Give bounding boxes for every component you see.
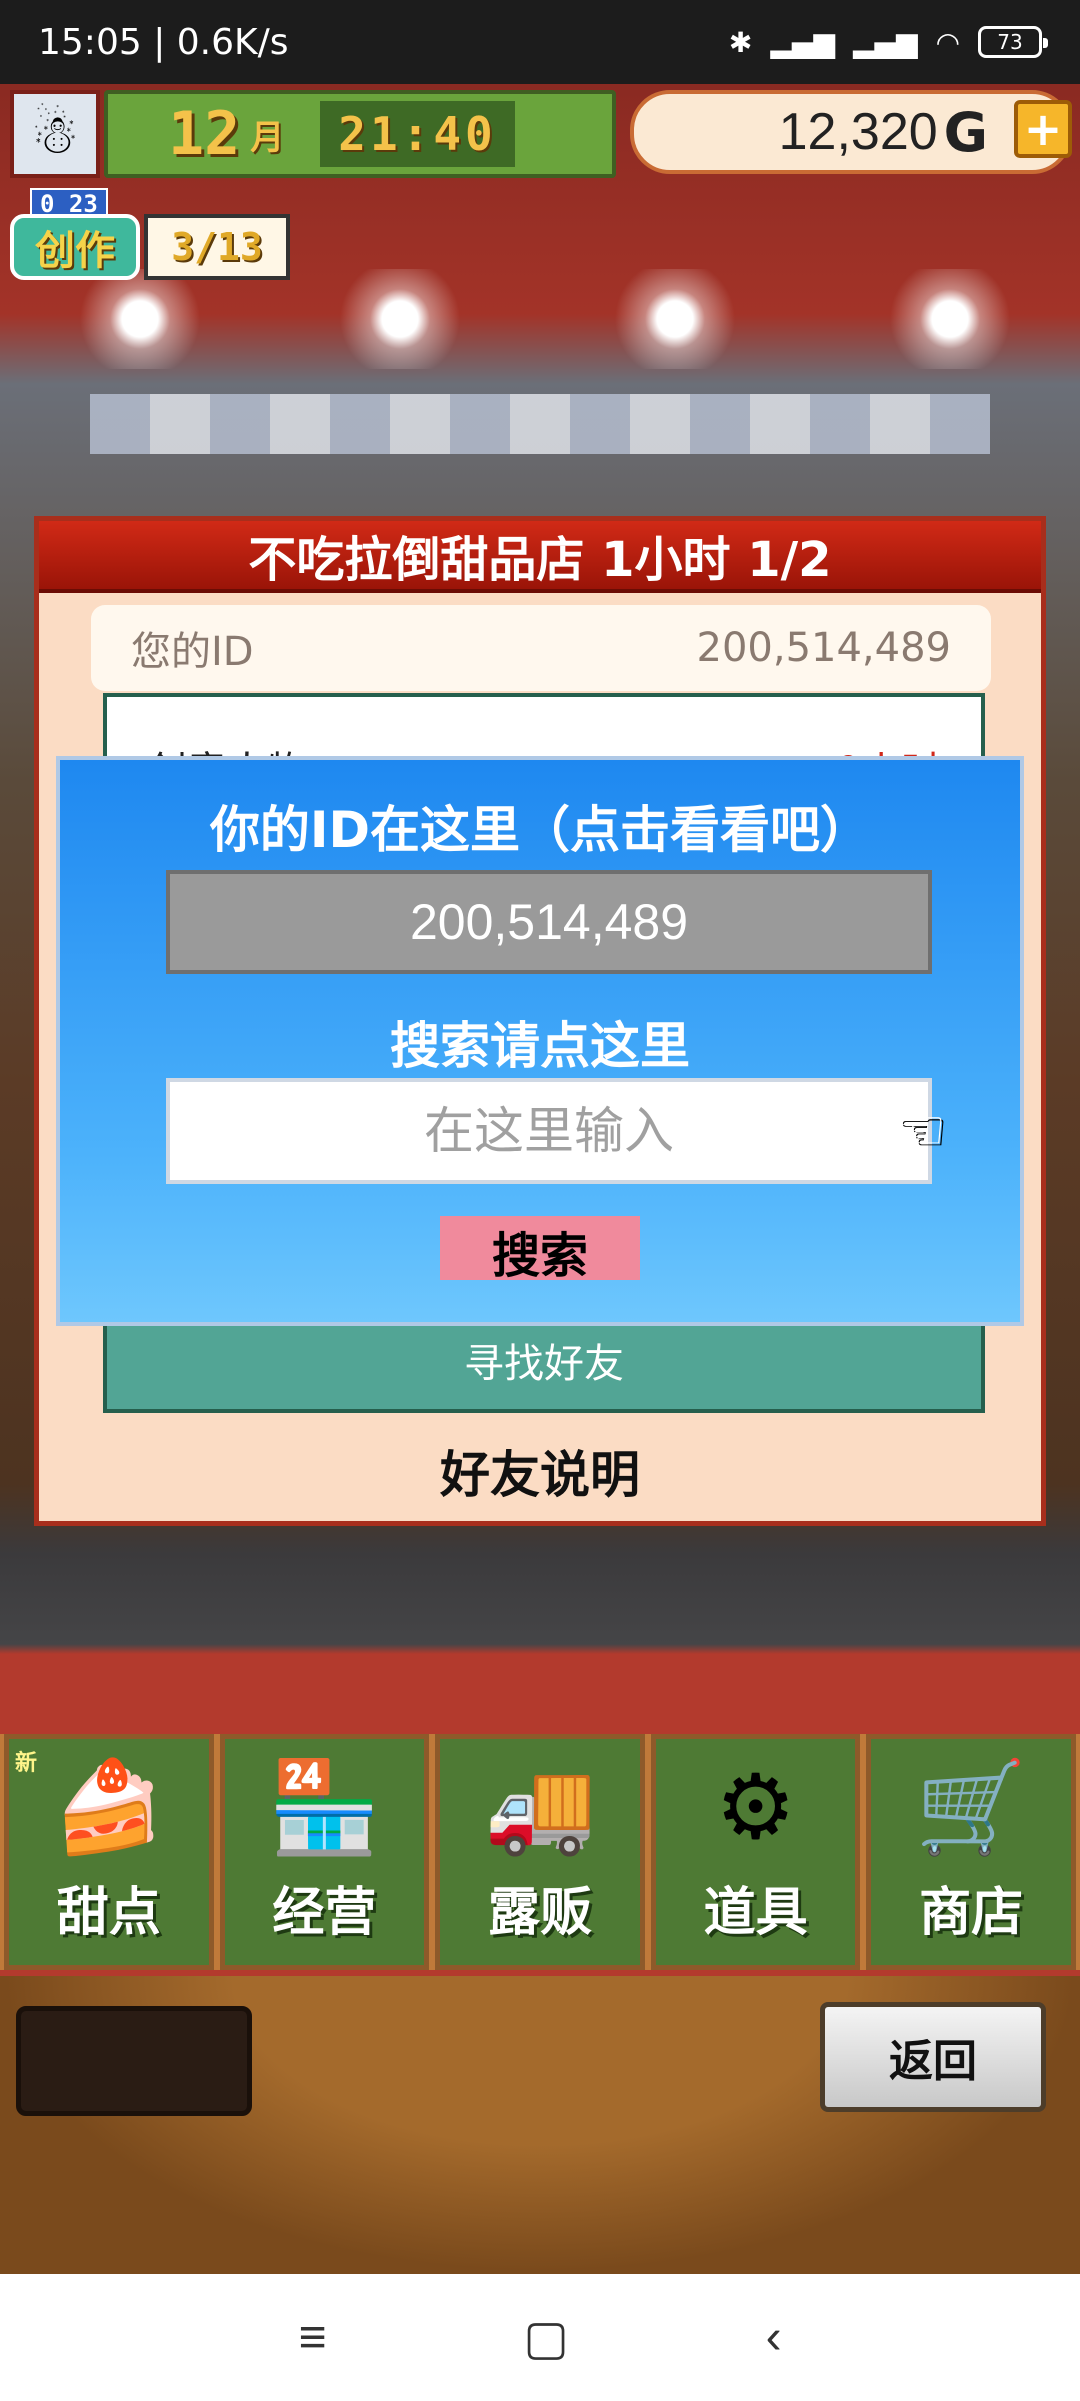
player-avatar[interactable]: ☃ <box>10 90 100 178</box>
month-value: 12 <box>168 99 241 169</box>
back-button[interactable]: 返回 <box>820 2002 1046 2112</box>
money-unit: G <box>943 100 988 164</box>
signal-icon: ▂▄▆ <box>770 25 835 59</box>
bluetooth-icon: ✱ <box>728 25 753 59</box>
status-left: 15:05 | 0.6K/s <box>38 21 289 63</box>
search-hint: 搜索请点这里 <box>390 1017 690 1075</box>
status-bar: 15:05 | 0.6K/s ✱ ▂▄▆ ▂▄▆ ◠ 73 <box>0 0 1080 84</box>
dialog-title: 你的ID在这里（点击看看吧） <box>209 801 871 859</box>
menu-item-label: 经营 <box>272 1883 377 1943</box>
panel-title: 不吃拉倒甜品店 1小时 1/2 <box>39 521 1041 593</box>
status-time: 15:05 <box>38 21 142 63</box>
system-nav-bar: ≡ ▢ ‹ <box>0 2274 1080 2401</box>
menu-item-label: 露贩 <box>487 1883 592 1943</box>
pointing-hand-icon: ☜ <box>896 1098 947 1163</box>
shopping-cart-icon: 🛒 <box>915 1755 1028 1860</box>
back-icon[interactable]: ‹ <box>766 2310 782 2365</box>
menu-item-tools[interactable]: ⚙ 道具 <box>650 1734 861 1970</box>
add-money-button[interactable]: + <box>1014 100 1072 158</box>
bottom-area: 返回 <box>0 1976 1080 2274</box>
new-badge: 新 <box>15 1751 38 1776</box>
create-progress[interactable]: 0 23 创作 3/13 <box>10 188 290 284</box>
menu-item-label: 商店 <box>919 1883 1024 1943</box>
tools-bag-icon: ⚙ <box>715 1755 796 1860</box>
menu-item-dessert[interactable]: 新 🍰 甜点 <box>4 1734 214 1970</box>
search-button[interactable]: 搜索 <box>440 1216 640 1284</box>
menu-item-label: 甜点 <box>56 1883 161 1943</box>
create-count: 3/13 <box>144 214 290 280</box>
food-truck-icon: 🚚 <box>483 1755 597 1860</box>
friend-help-button[interactable]: 好友说明 <box>39 1431 1041 1511</box>
search-dialog: 你的ID在这里（点击看看吧） 200,514,489 搜索请点这里 ☜ 搜索 <box>56 756 1024 1326</box>
id-label: 您的ID <box>131 629 254 675</box>
home-icon[interactable]: ▢ <box>523 2310 568 2366</box>
id-value: 200,514,489 <box>696 625 951 671</box>
ceiling-lights <box>0 269 1080 369</box>
info-slot <box>16 2006 252 2116</box>
status-right: ✱ ▂▄▆ ▂▄▆ ◠ 73 <box>728 25 1048 59</box>
menu-item-label: 道具 <box>703 1883 808 1943</box>
wifi-icon: ◠ <box>935 25 960 59</box>
menu-icon[interactable]: ≡ <box>298 2310 326 2365</box>
menu-item-store[interactable]: 🛒 商店 <box>866 1734 1076 1970</box>
search-input[interactable] <box>166 1078 932 1184</box>
snowman-icon: ☃ <box>30 102 80 166</box>
shop-windows <box>90 394 990 454</box>
battery-icon: 73 <box>978 26 1048 58</box>
month-unit: 月 <box>250 117 285 158</box>
shop-icon: 🏪 <box>268 1755 381 1860</box>
network-speed: 0.6K/s <box>176 21 289 63</box>
money-box: 12,320 G + <box>630 90 1072 174</box>
create-label: 创作 <box>10 214 140 280</box>
signal-icon-2: ▂▄▆ <box>852 25 918 59</box>
your-id-display[interactable]: 200,514,489 <box>166 870 932 974</box>
cake-icon: 🍰 <box>52 1755 165 1860</box>
plus-icon: + <box>1023 102 1063 156</box>
bottom-menu: 新 🍰 甜点 🏪 经营 🚚 露贩 ⚙ 道具 🛒 商店 <box>0 1734 1080 1970</box>
date-time-box: 12 月 21:40 <box>104 90 616 178</box>
menu-item-manage[interactable]: 🏪 经营 <box>219 1734 430 1970</box>
your-id-row: 您的ID 200,514,489 <box>91 605 991 691</box>
menu-item-truck[interactable]: 🚚 露贩 <box>435 1734 645 1970</box>
game-clock: 21:40 <box>320 101 515 167</box>
money-amount: 12,320 <box>778 103 938 161</box>
